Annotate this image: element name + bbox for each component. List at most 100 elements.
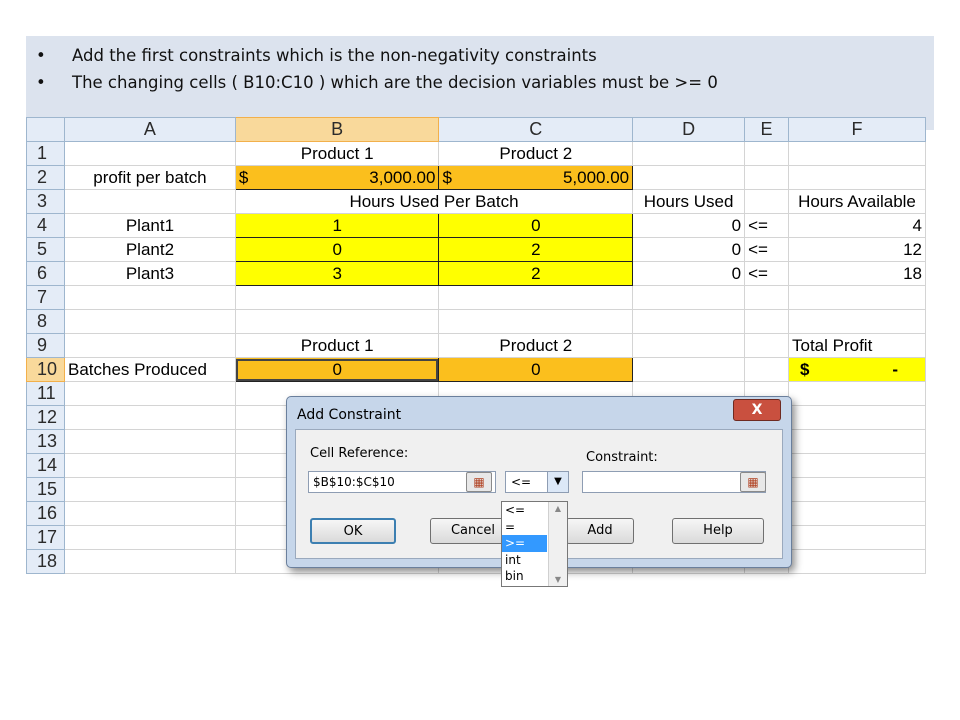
cell-a2[interactable]: profit per batch — [63, 165, 236, 190]
cell-b1[interactable]: Product 1 — [234, 141, 440, 166]
cell[interactable] — [234, 285, 440, 310]
scroll-down-icon[interactable]: ▼ — [549, 575, 567, 584]
cell[interactable] — [438, 309, 634, 334]
cell-c5[interactable]: 2 — [438, 237, 634, 262]
cell-d5[interactable]: 0 — [632, 237, 746, 262]
operator-option-le[interactable]: <= — [502, 502, 547, 519]
select-all-corner[interactable] — [26, 117, 65, 142]
cell-a4[interactable]: Plant1 — [63, 213, 236, 238]
column-header-b[interactable]: B — [234, 117, 440, 142]
cell-f2[interactable] — [788, 165, 926, 190]
cell[interactable] — [63, 309, 236, 334]
dropdown-scrollbar[interactable]: ▲ ▼ — [548, 502, 567, 586]
row-header[interactable]: 7 — [26, 285, 65, 310]
constraint-input[interactable] — [582, 471, 766, 493]
cell-f1[interactable] — [788, 141, 926, 166]
cell-c1[interactable]: Product 2 — [438, 141, 634, 166]
row-header[interactable]: 4 — [26, 213, 65, 238]
cell-e6[interactable]: <= — [744, 261, 789, 286]
cell-e9[interactable] — [744, 333, 789, 358]
cell[interactable] — [63, 381, 236, 406]
cell-b9[interactable]: Product 1 — [234, 333, 440, 358]
cell[interactable] — [788, 453, 926, 478]
row-header[interactable]: 9 — [26, 333, 65, 358]
cell-e1[interactable] — [744, 141, 789, 166]
cell[interactable] — [63, 501, 236, 526]
row-header[interactable]: 16 — [26, 501, 65, 526]
operator-option-int[interactable]: int — [502, 552, 547, 569]
cell-b2[interactable]: $3,000.00 — [234, 165, 440, 190]
cell[interactable] — [788, 429, 926, 454]
cell-c2[interactable]: $5,000.00 — [438, 165, 634, 190]
cell[interactable] — [788, 285, 926, 310]
cell-d10[interactable] — [632, 357, 746, 382]
cell[interactable] — [63, 429, 236, 454]
cell[interactable] — [63, 405, 236, 430]
column-header-e[interactable]: E — [744, 117, 789, 142]
operator-option-eq[interactable]: = — [502, 519, 547, 536]
range-selector-icon[interactable]: ▦ — [466, 472, 492, 492]
cell[interactable] — [632, 309, 746, 334]
cell[interactable] — [788, 525, 926, 550]
cell-e2[interactable] — [744, 165, 789, 190]
cell-c6[interactable]: 2 — [438, 261, 634, 286]
cell-c9[interactable]: Product 2 — [438, 333, 634, 358]
cell-b3-merged[interactable]: Hours Used Per Batch — [234, 189, 634, 214]
cell-a6[interactable]: Plant3 — [63, 261, 236, 286]
cell-d9[interactable] — [632, 333, 746, 358]
cell-f6[interactable]: 18 — [788, 261, 926, 286]
cell-d3[interactable]: Hours Used — [632, 189, 746, 214]
cell-c4[interactable]: 0 — [438, 213, 634, 238]
row-header[interactable]: 3 — [26, 189, 65, 214]
cell-e3[interactable] — [744, 189, 789, 214]
cell[interactable] — [63, 525, 236, 550]
scroll-up-icon[interactable]: ▲ — [549, 504, 567, 513]
cell-b4[interactable]: 1 — [234, 213, 440, 238]
cell[interactable] — [438, 285, 634, 310]
cell-f9[interactable]: Total Profit — [788, 333, 926, 358]
row-header[interactable]: 5 — [26, 237, 65, 262]
cell-b10[interactable]: 0 — [234, 357, 440, 382]
row-header[interactable]: 17 — [26, 525, 65, 550]
cell-e5[interactable]: <= — [744, 237, 789, 262]
row-header[interactable]: 6 — [26, 261, 65, 286]
cell[interactable] — [788, 381, 926, 406]
column-header-a[interactable]: A — [63, 117, 236, 142]
cell-a3[interactable] — [63, 189, 236, 214]
row-header[interactable]: 1 — [26, 141, 65, 166]
cell-c10[interactable]: 0 — [438, 357, 634, 382]
column-header-f[interactable]: F — [788, 117, 926, 142]
ok-button[interactable]: OK — [310, 518, 396, 544]
help-button[interactable]: Help — [672, 518, 764, 544]
cell-d2[interactable] — [632, 165, 746, 190]
cell[interactable] — [788, 309, 926, 334]
cell[interactable] — [788, 405, 926, 430]
cell-f4[interactable]: 4 — [788, 213, 926, 238]
cell-a10[interactable]: Batches Produced — [63, 357, 236, 382]
row-header[interactable]: 11 — [26, 381, 65, 406]
cell-d1[interactable] — [632, 141, 746, 166]
row-header[interactable]: 12 — [26, 405, 65, 430]
cell-e4[interactable]: <= — [744, 213, 789, 238]
cell-d4[interactable]: 0 — [632, 213, 746, 238]
cell-a5[interactable]: Plant2 — [63, 237, 236, 262]
row-header[interactable]: 2 — [26, 165, 65, 190]
cell-f10[interactable]: $ - — [788, 357, 926, 382]
cell[interactable] — [63, 549, 236, 574]
cell-e10[interactable] — [744, 357, 789, 382]
operator-option-ge[interactable]: >= — [502, 535, 547, 552]
row-header[interactable]: 13 — [26, 429, 65, 454]
cell[interactable] — [63, 453, 236, 478]
chevron-down-icon[interactable]: ▼ — [547, 472, 568, 492]
cell-a1[interactable] — [63, 141, 236, 166]
column-header-d[interactable]: D — [632, 117, 746, 142]
cell-f5[interactable]: 12 — [788, 237, 926, 262]
cell[interactable] — [63, 477, 236, 502]
operator-option-bin[interactable]: bin — [502, 568, 547, 585]
operator-select[interactable]: <= ▼ — [505, 471, 569, 493]
row-header[interactable]: 10 — [26, 357, 65, 382]
cell[interactable] — [234, 309, 440, 334]
cell-a9[interactable] — [63, 333, 236, 358]
cell[interactable] — [63, 285, 236, 310]
range-selector-icon[interactable]: ▦ — [740, 472, 766, 492]
